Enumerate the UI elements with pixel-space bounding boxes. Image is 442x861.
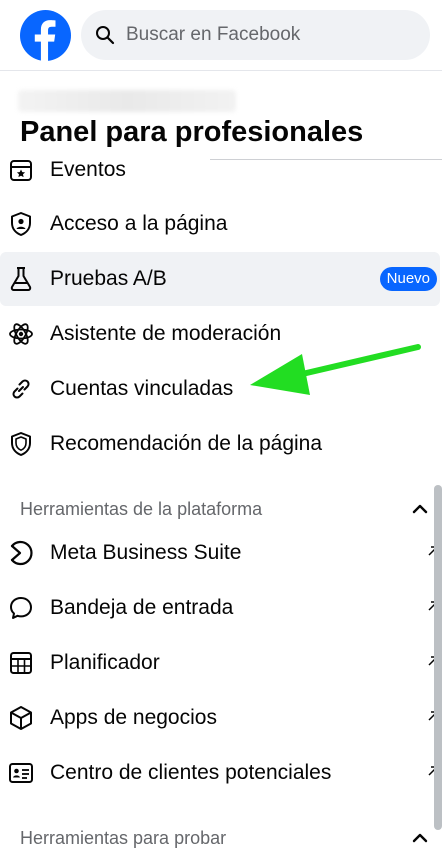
search-input[interactable]: Buscar en Facebook — [81, 10, 430, 60]
menu-item-label: Planificador — [50, 651, 160, 674]
menu-item-pruebas-ab[interactable]: Pruebas A/B Nuevo — [0, 252, 440, 306]
contact-card-icon — [9, 763, 33, 783]
menu-item-label: Pruebas A/B — [50, 267, 167, 290]
menu-item-planificador[interactable]: Planificador — [0, 636, 442, 690]
new-badge: Nuevo — [379, 267, 437, 291]
chevron-up-icon[interactable] — [412, 832, 428, 844]
menu-item-eventos[interactable]: Eventos — [0, 143, 442, 197]
blurred-page-name — [18, 90, 236, 112]
facebook-logo-icon[interactable] — [20, 10, 71, 61]
link-icon — [12, 379, 30, 399]
scrollbar[interactable] — [434, 485, 442, 830]
meta-business-suite-icon — [10, 540, 33, 566]
section-heading-platform-tools: Herramientas de la plataforma — [20, 499, 263, 519]
menu-item-label: Centro de clientes potenciales — [50, 761, 332, 784]
menu-item-apps-negocios[interactable]: Apps de negocios — [0, 691, 442, 745]
menu-item-centro-clientes[interactable]: Centro de clientes potenciales — [0, 746, 442, 800]
menu-item-recomendacion-pagina[interactable]: Recomendación de la página — [0, 417, 442, 471]
shield-icon — [11, 432, 31, 456]
menu-item-label: Eventos — [50, 158, 126, 181]
menu-item-meta-business-suite[interactable]: Meta Business Suite — [0, 526, 442, 580]
cube-icon — [10, 706, 32, 730]
menu-item-bandeja-entrada[interactable]: Bandeja de entrada — [0, 581, 442, 635]
menu-item-label: Meta Business Suite — [50, 541, 242, 564]
top-bar: Buscar en Facebook — [0, 0, 442, 71]
menu-item-label: Recomendación de la página — [50, 432, 323, 455]
menu-item-acceso-pagina[interactable]: Acceso a la página — [0, 197, 442, 251]
chevron-up-icon[interactable] — [412, 503, 428, 515]
menu-item-label: Bandeja de entrada — [50, 596, 234, 619]
menu-item-label: Apps de negocios — [50, 706, 217, 729]
green-arrow-annotation — [250, 344, 421, 395]
section-heading-test-tools: Herramientas para probar — [20, 828, 227, 848]
search-placeholder: Buscar en Facebook — [126, 24, 301, 45]
calendar-star-icon — [10, 160, 32, 181]
chat-bubble-icon — [10, 597, 32, 619]
menu-item-label: Acceso a la página — [50, 212, 228, 235]
flask-icon — [10, 267, 32, 291]
menu-item-label: Cuentas vinculadas — [50, 377, 234, 400]
search-icon — [96, 26, 115, 45]
gear-atom-icon — [9, 323, 33, 345]
shield-user-icon — [11, 212, 31, 236]
planner-grid-icon — [10, 652, 32, 674]
